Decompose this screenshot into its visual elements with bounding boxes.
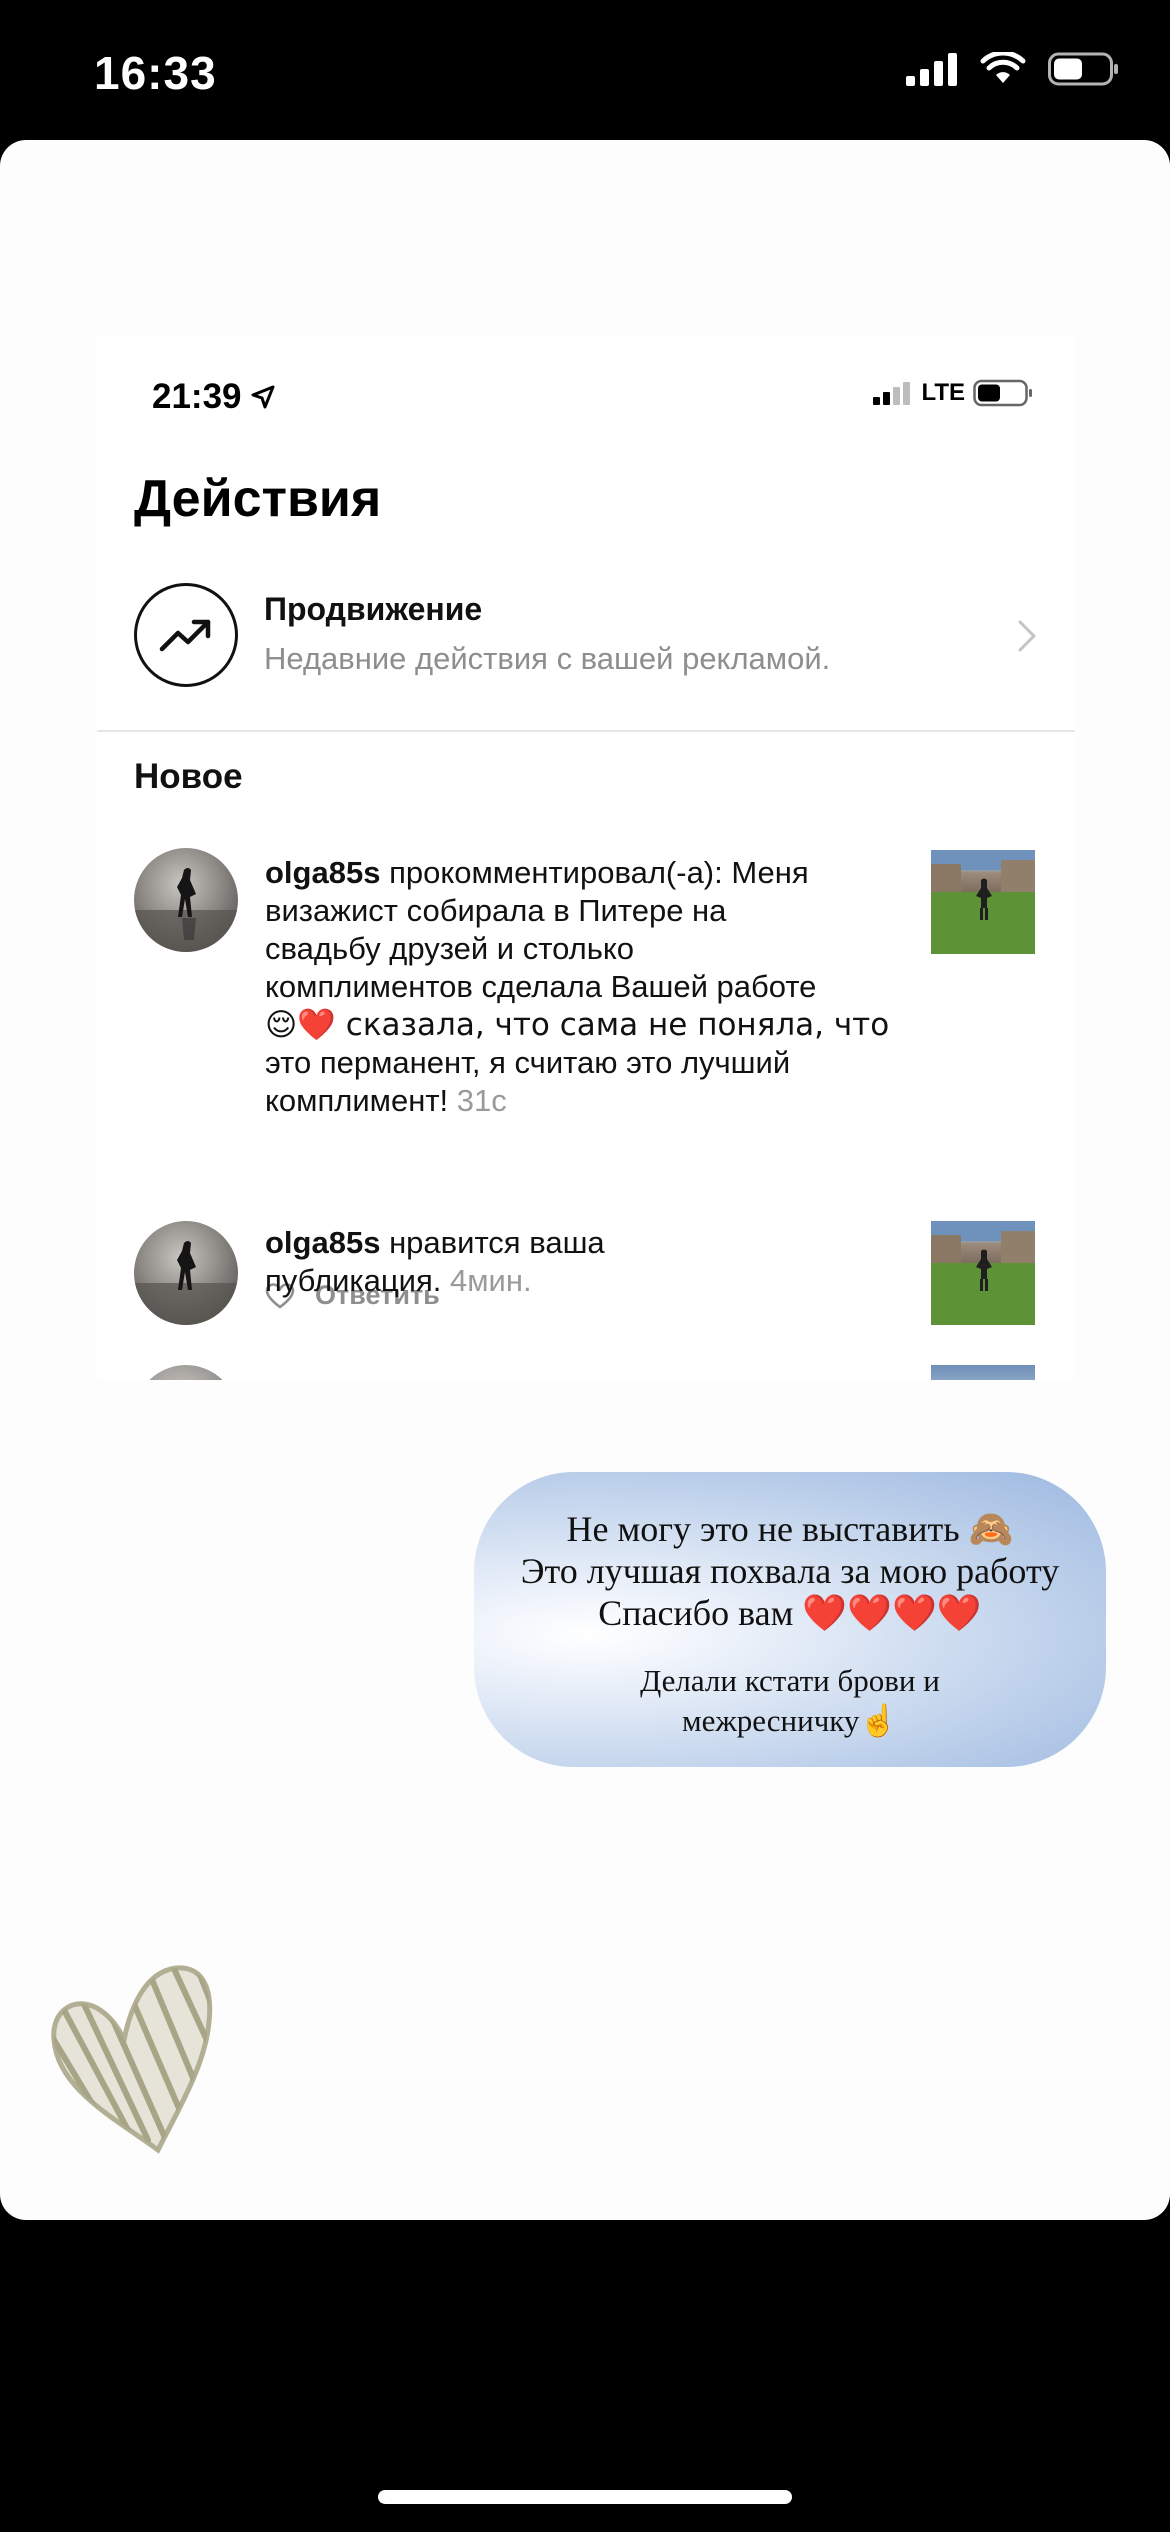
notification-like-text: olga85s нравится ваша публикация. 4мин. [265,1224,905,1300]
wifi-icon [980,52,1026,83]
inner-status-icons: LTE [873,379,1035,407]
promotion-title: Продвижение [264,591,483,627]
username[interactable]: olga85s [265,1225,380,1260]
promotion-row[interactable]: Продвижение Недавние действия с вашей ре… [134,583,1075,693]
home-indicator[interactable] [378,2490,792,2504]
caption-line: Не могу это не выставить 🙈 [566,1509,1014,1549]
avatar[interactable] [134,1221,238,1325]
promotion-subtitle: Недавние действия с вашей рекламой. [264,641,831,676]
network-type: LTE [921,379,965,406]
comment-line: это перманент, я считаю это лучший [265,1045,791,1080]
caption-bubble: Не могу это не выставить 🙈 Это лучшая по… [474,1472,1106,1767]
cellular-signal-icon [906,53,957,86]
story-card: 21:39 LTE Действия Продвижение Недавние … [0,140,1170,2220]
caption-line: Спасибо вам ❤️❤️❤️❤️ [598,1593,982,1633]
outer-status-icons [906,52,1120,86]
comment-line: 😌❤️ сказала, что сама не поняла, что [265,1007,890,1043]
trending-up-icon [134,583,238,687]
caption-line: Делали кстати брови и [640,1663,940,1698]
battery-icon [1048,52,1118,86]
caption-line: Это лучшая похвала за мою работу [520,1551,1060,1591]
page-title: Действия [134,470,382,528]
comment-line: свадьбу друзей и столько [265,931,635,966]
timestamp: 4мин. [449,1263,532,1298]
section-title-new: Новое [134,757,243,796]
outer-status-bar: 16:33 [0,0,1170,140]
avatar[interactable] [134,1365,238,1380]
chevron-right-icon [1018,620,1036,652]
notification-line: публикация. [265,1263,450,1298]
post-thumbnail[interactable] [931,850,1035,954]
caption-line: межресничку☝️ [681,1703,899,1738]
post-thumbnail[interactable] [931,1365,1035,1380]
cellular-signal-icon [873,382,911,405]
inner-status-bar: 21:39 LTE [97,335,1075,435]
embedded-screenshot: 21:39 LTE Действия Продвижение Недавние … [97,335,1075,1380]
inner-status-time-wrap: 21:39 [152,377,276,417]
location-arrow-icon [251,385,275,409]
comment-line: визажист собирала в Питере на [265,893,727,928]
username[interactable]: olga85s [265,855,380,890]
battery-icon [973,379,1032,407]
comment-line: комплимент! [265,1083,457,1118]
timestamp: 31с [456,1083,507,1118]
outer-status-time: 16:33 [94,47,217,99]
avatar[interactable] [134,848,238,952]
heart-sticker-icon [51,1965,213,2154]
comment-line: прокомментировал(-а): Меня [380,855,809,890]
comment-line: комплиментов сделала Вашей работе [265,969,817,1004]
notification-line: нравится ваша [380,1225,605,1260]
divider [97,730,1075,732]
notification-comment-text: olga85s прокомментировал(-а): Меня визаж… [265,854,905,1120]
inner-status-time: 21:39 [152,377,242,416]
post-thumbnail[interactable] [931,1221,1035,1325]
